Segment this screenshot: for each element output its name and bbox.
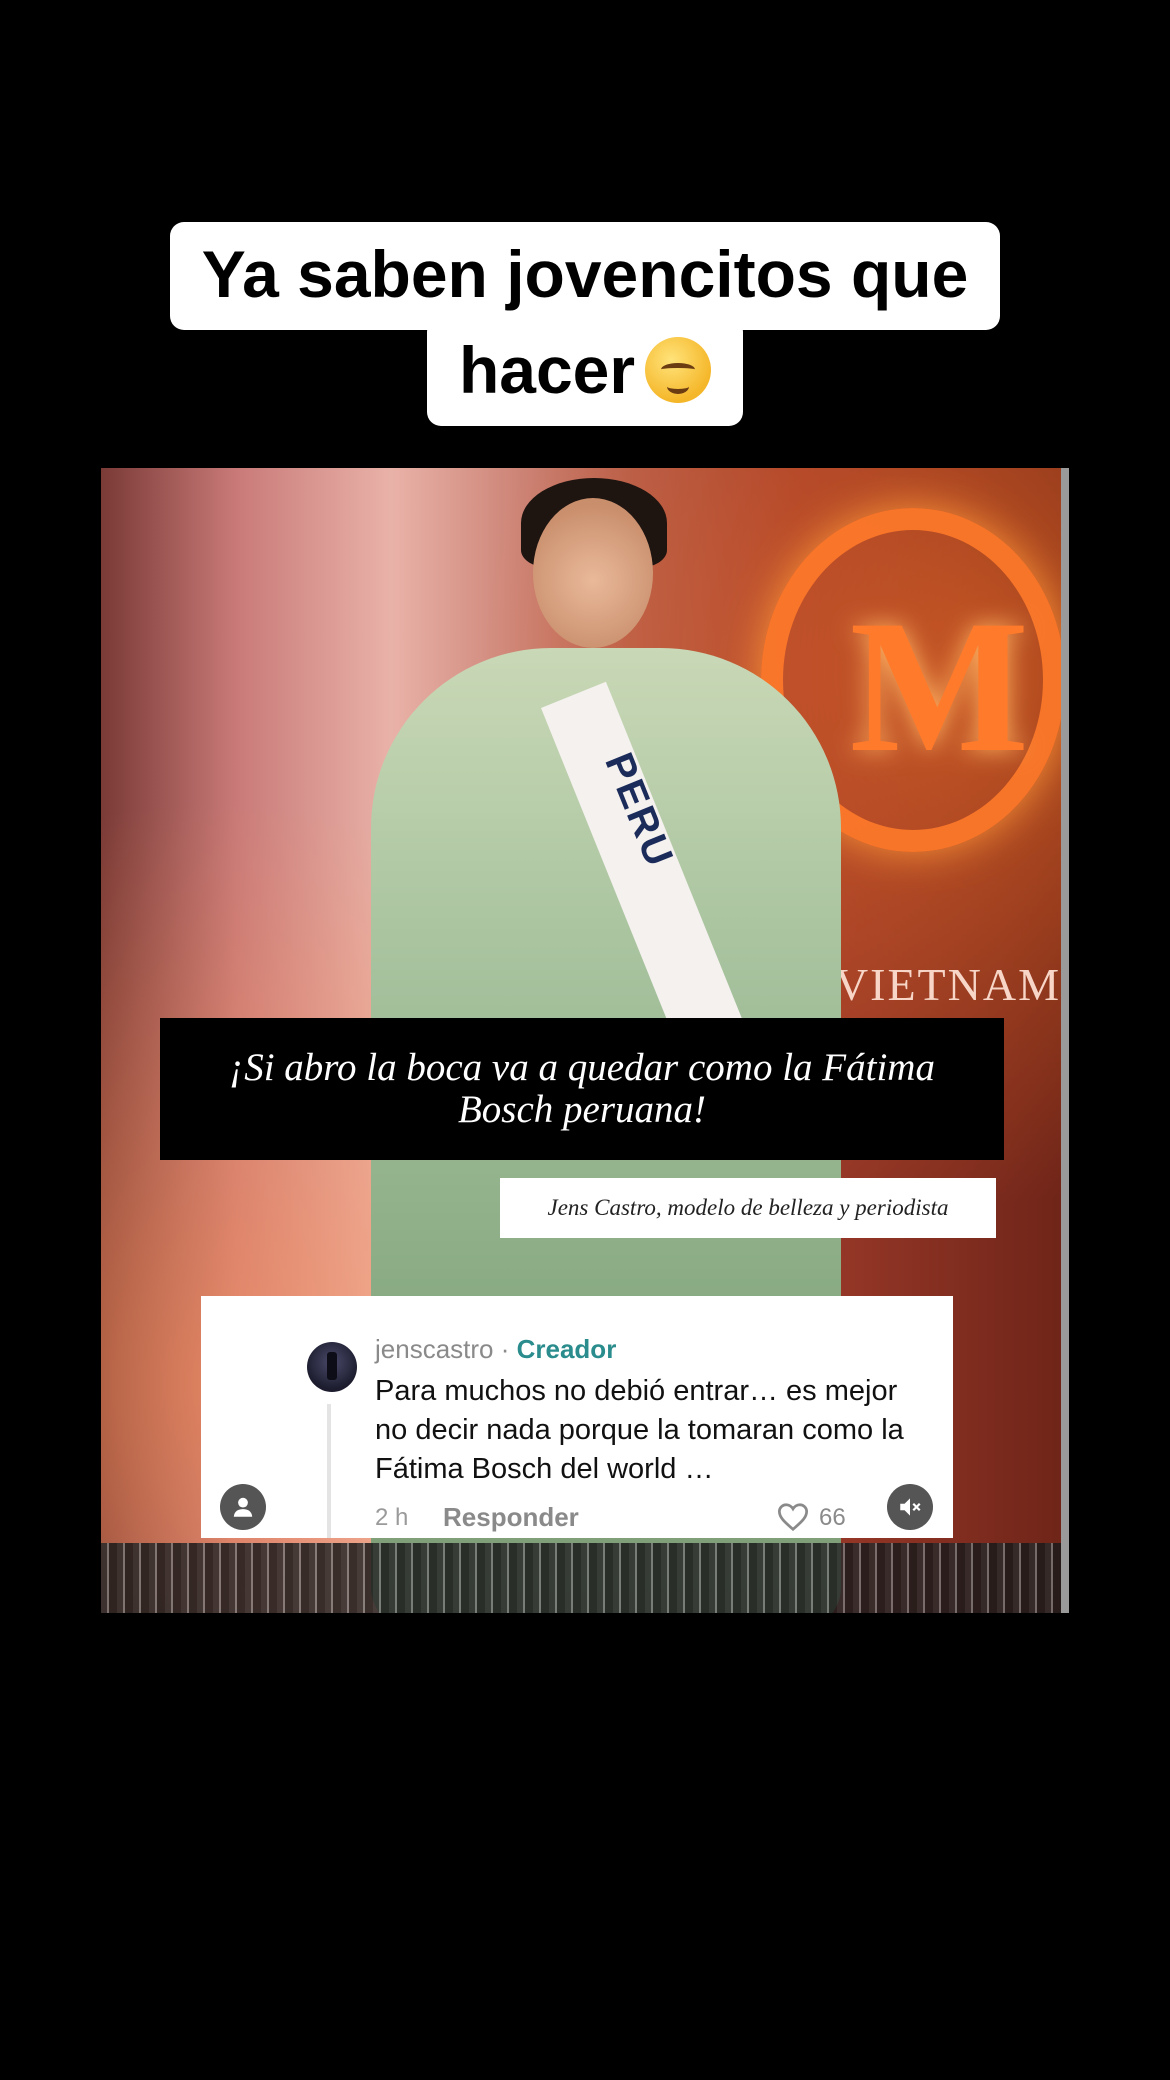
thread-line — [327, 1404, 331, 1538]
background-text: VIETNAM — [834, 959, 1061, 1010]
heart-icon[interactable] — [776, 1502, 810, 1532]
reply-button[interactable]: Responder — [443, 1502, 579, 1533]
comment-time: 2 h — [375, 1504, 409, 1531]
frame-edge — [1061, 468, 1069, 1613]
caption-line-2-text: hacer — [458, 333, 636, 407]
avatar[interactable] — [307, 1342, 357, 1392]
face-steam-emoji-icon — [645, 337, 712, 403]
stage-floor — [101, 1543, 1069, 1613]
separator: · — [493, 1334, 517, 1364]
profile-button[interactable] — [220, 1484, 266, 1530]
mute-button[interactable] — [887, 1484, 933, 1530]
creator-badge: Creador — [516, 1334, 617, 1364]
comment-card[interactable]: jenscastro · Creador Para muchos no debi… — [201, 1296, 953, 1538]
quote-attribution: Jens Castro, modelo de belleza y periodi… — [500, 1178, 996, 1238]
speaker-muted-icon — [900, 1498, 921, 1516]
person-icon — [233, 1497, 253, 1517]
caption-line-2: hacer — [426, 318, 744, 426]
logo-letter: M — [849, 582, 1029, 792]
comment-username[interactable]: jenscastro — [375, 1334, 494, 1364]
like-count: 66 — [819, 1504, 846, 1531]
caption-line-1: Ya saben jovencitos que — [169, 222, 1001, 330]
comment-header: jenscastro · Creador — [375, 1334, 616, 1365]
video-caption: Ya saben jovencitos que hacer — [0, 222, 1170, 426]
comment-text: Para muchos no debió entrar… es mejor no… — [375, 1375, 904, 1485]
quote-overlay: ¡Si abro la boca va a quedar como la Fát… — [160, 1018, 1004, 1160]
contestant-face — [533, 498, 653, 648]
